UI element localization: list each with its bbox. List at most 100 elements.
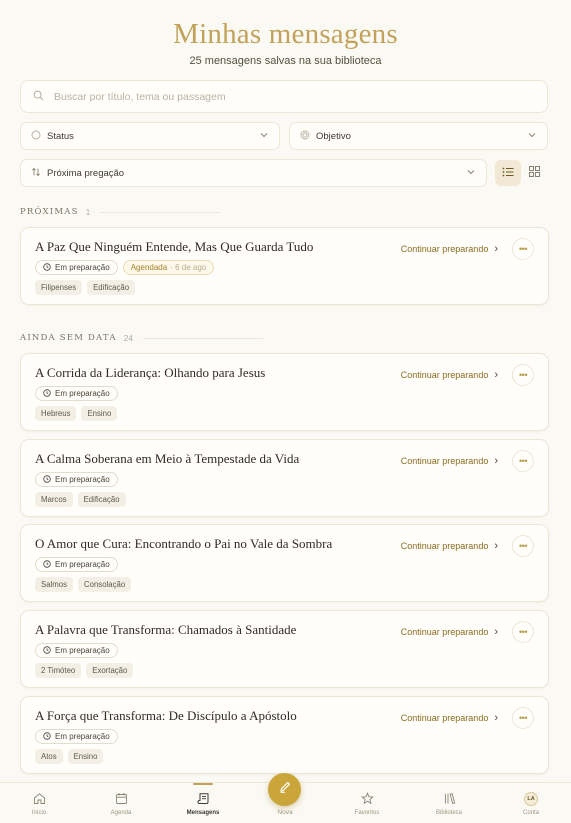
ellipsis-icon: ••• (519, 244, 527, 254)
chevron-right-icon: › (494, 712, 498, 724)
book-tag: Filipenses (35, 280, 83, 295)
more-options-button[interactable]: ••• (512, 535, 534, 557)
book-tag: Marcos (35, 492, 73, 507)
ellipsis-icon: ••• (519, 370, 527, 380)
purpose-tag: Edificação (87, 280, 136, 295)
chevron-down-icon (466, 167, 476, 180)
clock-icon (43, 645, 51, 656)
message-card[interactable]: A Palavra que Transforma: Chamados à San… (20, 610, 549, 688)
clock-icon (43, 474, 51, 485)
home-icon (33, 792, 46, 806)
avatar: LA (524, 792, 538, 806)
page-title: Minhas mensagens (173, 18, 398, 50)
chevron-right-icon: › (494, 369, 498, 381)
more-options-button[interactable]: ••• (512, 364, 534, 386)
new-message-button[interactable] (268, 773, 301, 806)
section-undated-header: AINDA SEM DATA 24 (20, 333, 530, 343)
scheduled-date: · 6 de ago (170, 263, 207, 272)
target-icon (300, 130, 310, 143)
tab-mensagens[interactable]: Mensagens (173, 783, 233, 823)
page-subtitle: 25 mensagens salvas na sua biblioteca (189, 55, 382, 67)
chevron-right-icon: › (494, 540, 498, 552)
library-icon (443, 792, 456, 806)
clock-icon (43, 731, 51, 742)
section-undated-label: AINDA SEM DATA (20, 333, 117, 343)
status-circle-icon (31, 130, 41, 143)
section-divider (143, 337, 264, 339)
more-options-button[interactable]: ••• (512, 707, 534, 729)
purpose-tag: Exortação (86, 663, 134, 678)
continue-preparing-link[interactable]: Continuar preparando › (401, 243, 498, 255)
tab-favoritos[interactable]: Favoritos (337, 783, 397, 823)
tab-conta[interactable]: LA Conta (501, 783, 561, 823)
tab-agenda[interactable]: Agenda (91, 783, 151, 823)
star-icon (360, 792, 374, 806)
continue-preparing-link[interactable]: Continuar preparando › (401, 540, 498, 552)
tab-biblioteca[interactable]: Biblioteca (419, 783, 479, 823)
page-header: Minhas mensagens 25 mensagens salvas na … (0, 0, 571, 67)
message-card[interactable]: O Amor que Cura: Encontrando o Pai no Va… (20, 524, 549, 602)
more-options-button[interactable]: ••• (512, 238, 534, 260)
scheduled-label: Agendada (130, 263, 168, 272)
book-tag: Salmos (35, 577, 73, 592)
ellipsis-icon: ••• (519, 627, 527, 637)
message-card[interactable]: A Força que Transforma: De Discípulo a A… (20, 696, 549, 774)
status-badge-label: Em preparação (55, 263, 110, 272)
continue-preparing-link[interactable]: Continuar preparando › (401, 626, 498, 638)
continue-preparing-link[interactable]: Continuar preparando › (401, 369, 498, 381)
continue-label: Continuar preparando (400, 244, 489, 254)
message-title: A Força que Transforma: De Discípulo a A… (35, 708, 297, 723)
message-title: O Amor que Cura: Encontrando o Pai no Va… (35, 536, 333, 551)
list-view-button[interactable] (495, 160, 521, 186)
chevron-down-icon (527, 130, 537, 143)
chevron-right-icon: › (494, 626, 498, 638)
ellipsis-icon: ••• (519, 713, 527, 723)
search-input[interactable] (52, 89, 516, 104)
section-upcoming-header: PRÓXIMAS 1 (20, 207, 530, 217)
message-card[interactable]: A Corrida da Liderança: Olhando para Jes… (20, 353, 549, 431)
grid-view-button[interactable] (521, 160, 547, 186)
more-options-button[interactable]: ••• (512, 621, 534, 643)
sort-select[interactable]: Próxima pregação (20, 159, 487, 187)
message-card[interactable]: A Calma Soberana em Meio à Tempestade da… (20, 439, 549, 517)
status-badge: Em preparação (35, 260, 118, 275)
continue-label: Continuar preparando (400, 627, 489, 637)
continue-label: Continuar preparando (400, 456, 489, 466)
more-options-button[interactable]: ••• (512, 450, 534, 472)
section-divider (100, 211, 221, 213)
clock-icon (43, 559, 51, 570)
scroll-icon (197, 792, 210, 806)
clock-icon (43, 262, 51, 273)
chevron-right-icon: › (494, 455, 498, 467)
objective-filter-label: Objetivo (316, 130, 351, 142)
tab-label: Favoritos (354, 810, 380, 816)
message-title: A Calma Soberana em Meio à Tempestade da… (35, 451, 300, 466)
tab-label: Mensagens (186, 810, 220, 816)
status-badge-label: Em preparação (55, 646, 110, 655)
section-upcoming-label: PRÓXIMAS (20, 207, 79, 217)
continue-preparing-link[interactable]: Continuar preparando › (401, 712, 498, 724)
tab-label: Agenda (110, 810, 132, 816)
objective-filter[interactable]: Objetivo (289, 122, 548, 150)
search-bar[interactable] (20, 80, 548, 113)
continue-preparing-link[interactable]: Continuar preparando › (401, 455, 498, 467)
status-filter[interactable]: Status (20, 122, 280, 150)
status-badge-label: Em preparação (55, 389, 110, 398)
message-title: A Corrida da Liderança: Olhando para Jes… (35, 365, 266, 380)
chevron-right-icon: › (494, 243, 498, 255)
search-icon (33, 88, 44, 106)
status-badge: Em preparação (35, 386, 118, 401)
tab-inicio[interactable]: Início (9, 783, 69, 823)
book-tag: Atos (35, 749, 63, 764)
status-badge-label: Em preparação (55, 560, 110, 569)
message-title: A Paz Que Ninguém Entende, Mas Que Guard… (35, 239, 314, 254)
new-message-label: Nova (277, 809, 293, 816)
status-badge-label: Em preparação (55, 475, 110, 484)
continue-label: Continuar preparando (400, 370, 489, 380)
message-title: A Palavra que Transforma: Chamados à San… (35, 622, 297, 637)
status-badge: Em preparação (35, 557, 118, 572)
message-card[interactable]: A Paz Que Ninguém Entende, Mas Que Guard… (20, 227, 549, 305)
section-upcoming-count: 1 (85, 207, 91, 217)
sort-select-label: Próxima pregação (47, 167, 125, 179)
status-badge-label: Em preparação (55, 732, 110, 741)
